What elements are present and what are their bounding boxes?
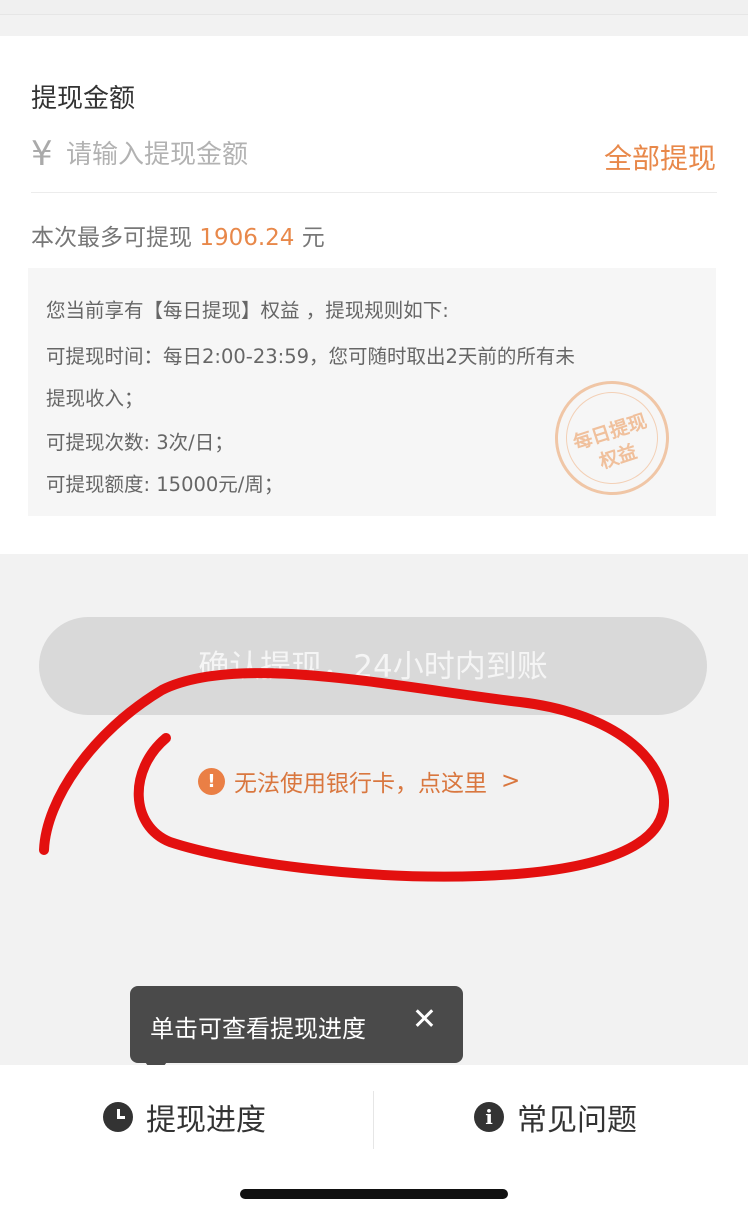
chevron-right-icon: > <box>501 768 521 794</box>
home-indicator <box>240 1189 508 1199</box>
bank-card-help-label: 无法使用银行卡，点这里 <box>234 771 487 797</box>
tab-divider <box>373 1091 374 1149</box>
tab-faq[interactable]: i 常见问题 <box>474 1095 637 1139</box>
divider <box>31 192 717 193</box>
bank-card-help-link[interactable]: ! 无法使用银行卡，点这里 > <box>198 764 520 798</box>
tab-withdraw-progress[interactable]: 提现进度 <box>103 1095 266 1139</box>
rule-line: 提现收入； <box>46 387 144 410</box>
clock-icon <box>103 1102 133 1132</box>
withdraw-all-button[interactable]: 全部提现 <box>604 137 716 177</box>
withdraw-card: 提现金额 ¥ 全部提现 本次最多可提现 1906.24 元 您当前享有【每日提现… <box>0 0 748 554</box>
bottom-tab-bar: 提现进度 i 常见问题 <box>0 1065 748 1215</box>
rule-line: 可提现次数: 3次/日； <box>46 431 234 454</box>
rule-line: 可提现时间：每日2:00-23:59，您可随时取出2天前的所有未 <box>46 345 575 368</box>
stamp-inner-ring: 每日提现 权益 <box>554 380 670 496</box>
rules-box: 您当前享有【每日提现】权益 ，提现规则如下: 可提现时间：每日2:00-23:5… <box>28 268 716 516</box>
max-withdraw-line: 本次最多可提现 1906.24 元 <box>31 218 325 252</box>
max-withdraw-prefix: 本次最多可提现 <box>31 225 192 251</box>
tab-label: 常见问题 <box>517 1103 637 1138</box>
max-withdraw-amount: 1906.24 <box>199 225 295 251</box>
info-icon: i <box>474 1102 504 1132</box>
exclamation-circle-icon: ! <box>198 767 225 795</box>
tooltip-text: 单击可查看提现进度 <box>150 1015 366 1043</box>
confirm-withdraw-button[interactable]: 确认提现，24小时内到账 <box>39 617 707 715</box>
tab-label: 提现进度 <box>146 1103 266 1138</box>
close-icon[interactable]: ✕ <box>412 1005 437 1035</box>
max-withdraw-unit: 元 <box>301 225 325 251</box>
progress-tooltip[interactable]: 单击可查看提现进度 ✕ <box>130 986 463 1063</box>
amount-title: 提现金额 <box>31 84 136 114</box>
rule-line: 您当前享有【每日提现】权益 ，提现规则如下: <box>46 299 449 322</box>
daily-withdraw-stamp: 每日提现 权益 <box>540 366 684 510</box>
yen-symbol: ¥ <box>31 134 53 174</box>
rule-line: 可提现额度: 15000元/周； <box>46 473 284 496</box>
amount-input[interactable] <box>66 138 486 172</box>
